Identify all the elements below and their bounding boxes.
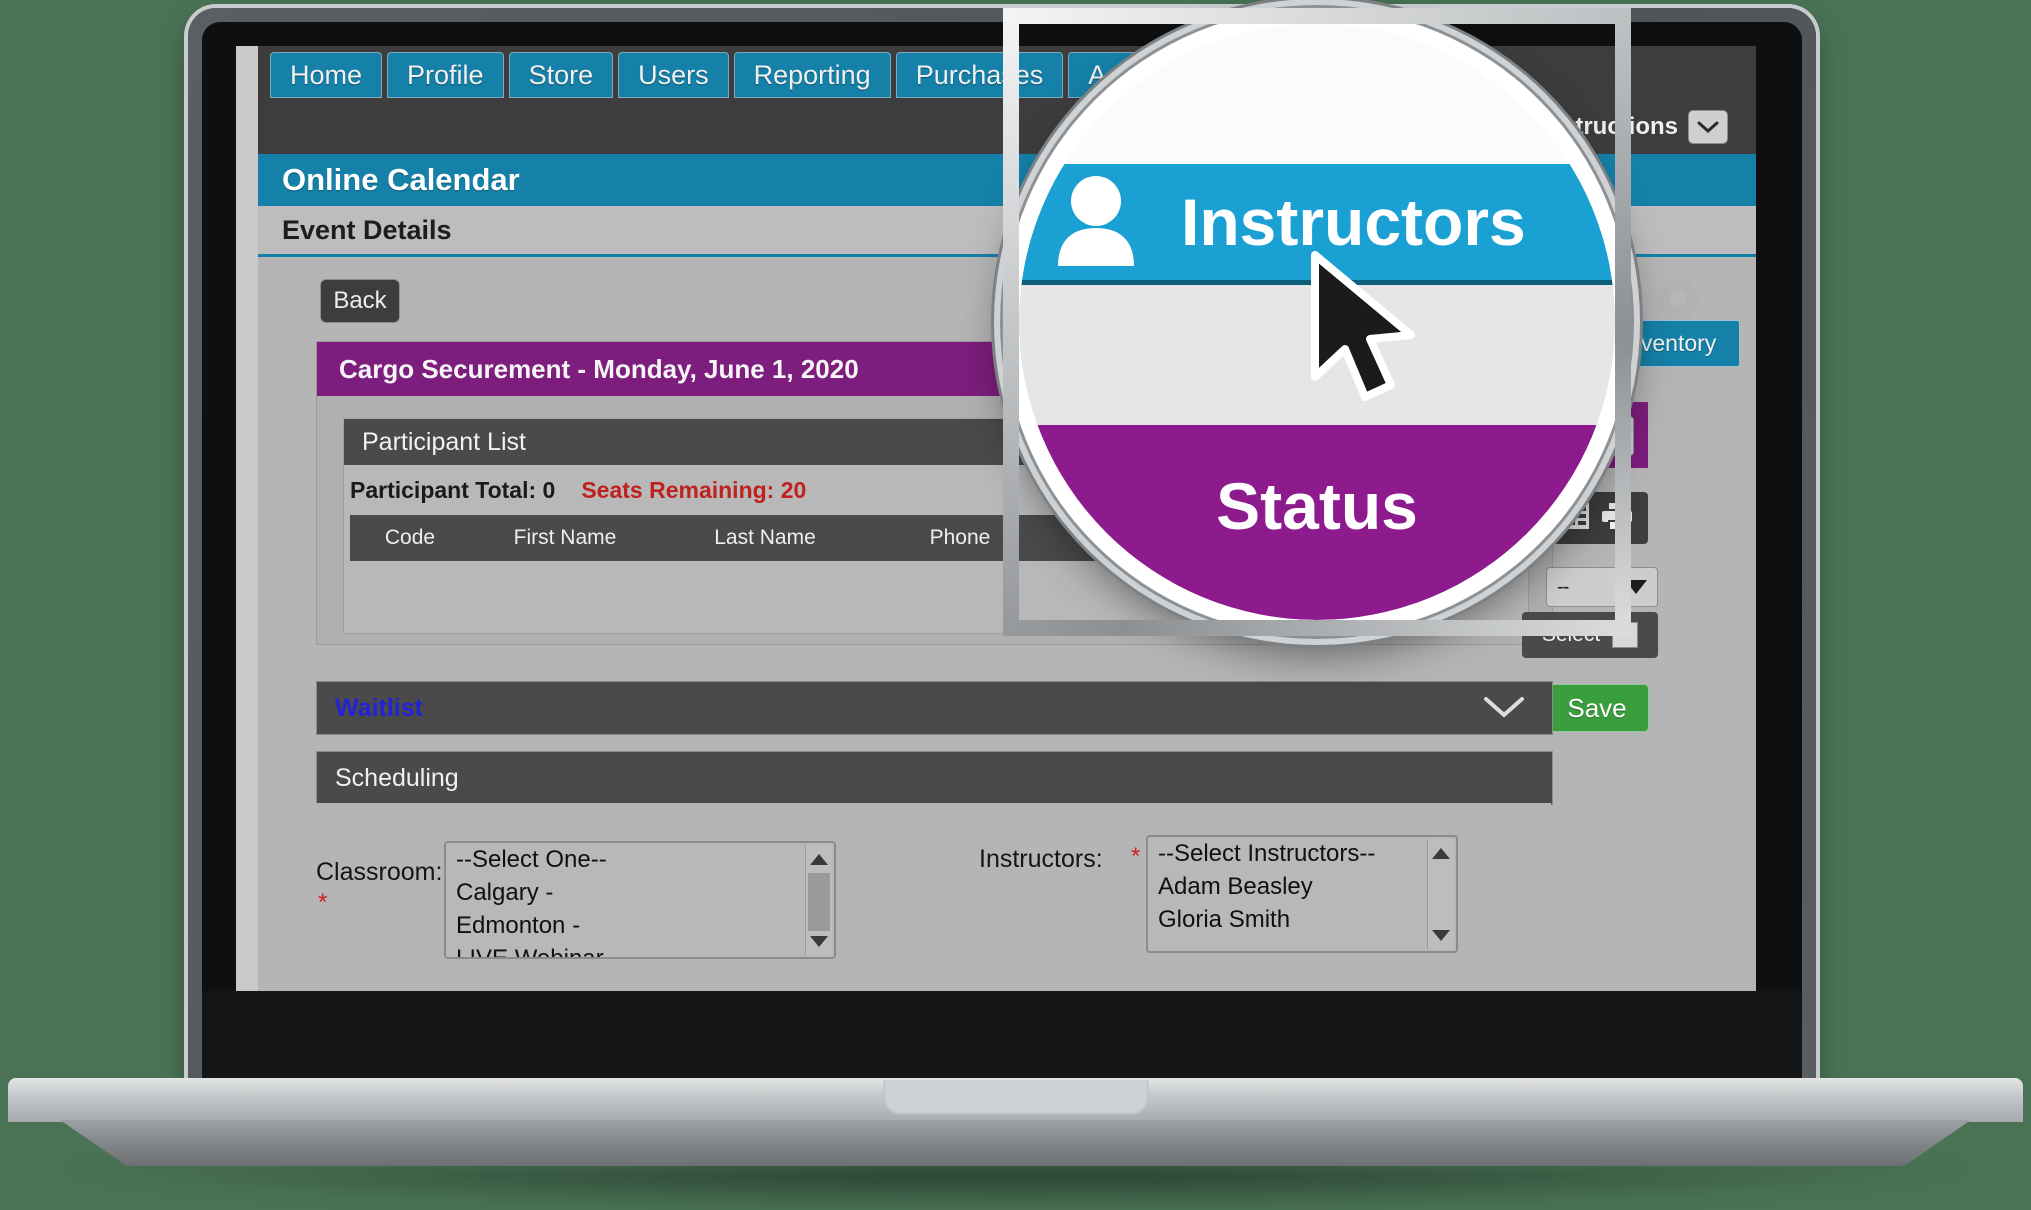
person-icon: [1053, 174, 1139, 271]
classroom-required-marker: *: [318, 889, 328, 916]
nav-tab-store[interactable]: Store: [508, 52, 614, 98]
seats-remaining: Seats Remaining: 20: [581, 477, 807, 503]
chevron-down-icon[interactable]: [1688, 110, 1728, 144]
instructors-listbox[interactable]: --Select Instructors-- Adam Beasley Glor…: [1146, 835, 1458, 953]
instructors-field-label: Instructors:: [979, 845, 1103, 873]
laptop-base-notch: [883, 1080, 1148, 1116]
checkbox-icon[interactable]: [1612, 622, 1639, 648]
laptop-bottom-bezel: [202, 991, 1802, 1083]
participant-list-title: Participant List: [362, 427, 526, 456]
scheduling-label: Scheduling: [335, 763, 459, 792]
waitlist-label: Waitlist: [335, 693, 423, 722]
scrollbar-thumb[interactable]: [808, 873, 830, 931]
scroll-up-icon[interactable]: [1428, 841, 1454, 865]
list-item[interactable]: Calgary -: [446, 876, 834, 909]
magnifier-content: Instructors Status: [1019, 24, 1615, 620]
laptop-base-bottom: [60, 1120, 1971, 1166]
instructors-required-marker: *: [1131, 843, 1141, 870]
laptop-base: [0, 1078, 2031, 1210]
back-button[interactable]: Back: [320, 279, 400, 323]
list-item[interactable]: Gloria Smith: [1148, 903, 1456, 936]
laptop-base-shadow: [60, 1164, 1971, 1210]
laptop-mockup: Home Profile Store Users Reporting Purch…: [0, 0, 2031, 1210]
participant-counts: Participant Total: 0 Seats Remaining: 20: [344, 477, 806, 504]
magnifier-lens: Instructors Status: [1003, 8, 1631, 636]
nav-tab-users[interactable]: Users: [618, 52, 729, 98]
scroll-down-icon[interactable]: [1428, 923, 1454, 947]
chevron-down-icon[interactable]: [1482, 694, 1526, 725]
column-header-code: Code: [384, 526, 436, 549]
page-title: Online Calendar: [282, 162, 520, 197]
magnifier-white-band: [1019, 24, 1615, 164]
list-item[interactable]: --Select Instructors--: [1148, 837, 1456, 870]
scheduling-section-header: Scheduling: [316, 751, 1553, 805]
scroll-down-icon[interactable]: [806, 929, 832, 953]
section-title: Event Details: [282, 214, 452, 245]
waitlist-section[interactable]: Waitlist: [316, 681, 1553, 735]
list-item[interactable]: LIVE Webinar: [446, 942, 834, 957]
list-item[interactable]: Edmonton -: [446, 909, 834, 942]
nav-tab-profile[interactable]: Profile: [387, 52, 504, 98]
instructors-scrollbar[interactable]: [1427, 839, 1454, 949]
column-header-last-name: Last Name: [714, 526, 816, 549]
classroom-field-label: Classroom:: [316, 858, 443, 886]
select-label: Select: [1541, 623, 1601, 646]
cursor-arrow-icon: [1307, 249, 1425, 414]
participant-total: Participant Total: 0: [350, 477, 556, 503]
list-item[interactable]: --Select One--: [446, 843, 834, 876]
classroom-listbox[interactable]: --Select One-- Calgary - Edmonton - LIVE…: [444, 841, 836, 959]
save-button[interactable]: Save: [1545, 684, 1649, 732]
magnified-status-label: Status: [1216, 469, 1418, 543]
app-left-rail: [236, 46, 258, 1058]
classroom-scrollbar[interactable]: [805, 845, 832, 955]
laptop-base-top: [8, 1078, 2023, 1122]
event-title: Cargo Securement - Monday, June 1, 2020: [339, 353, 859, 384]
scroll-up-icon[interactable]: [806, 847, 832, 871]
nav-tab-reporting[interactable]: Reporting: [733, 52, 891, 98]
nav-tab-home[interactable]: Home: [270, 52, 383, 98]
column-header-first-name: First Name: [513, 526, 617, 549]
list-item[interactable]: Adam Beasley: [1148, 870, 1456, 903]
chevron-down-icon: [1625, 580, 1647, 594]
